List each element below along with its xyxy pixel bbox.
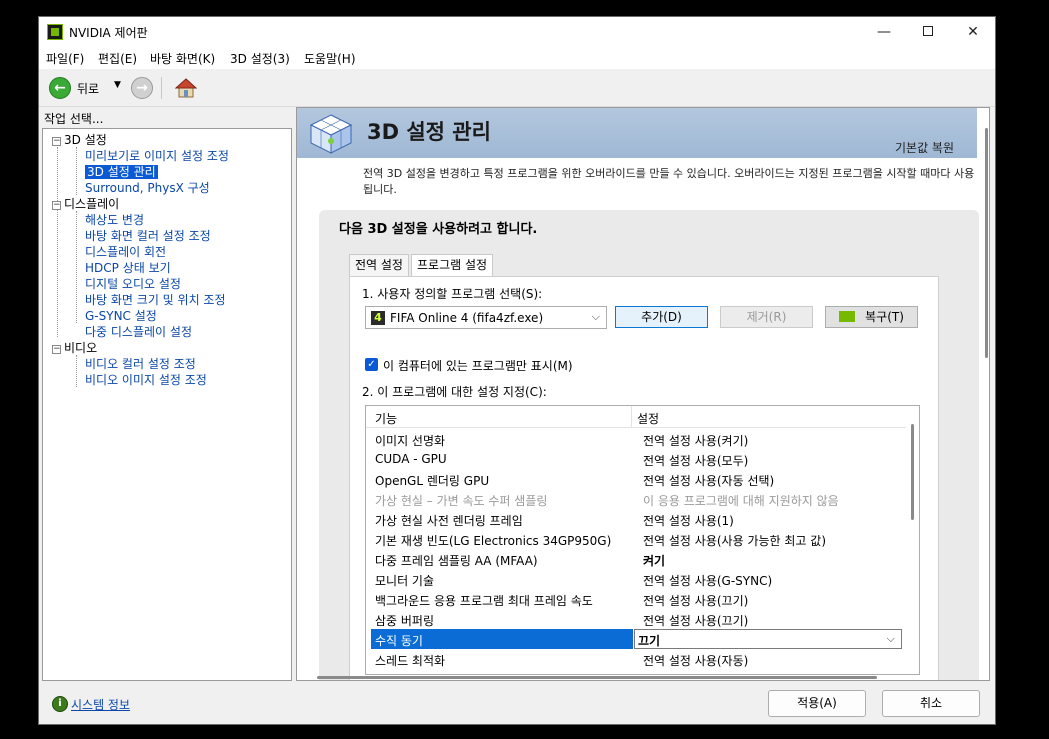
page-description: 전역 3D 설정을 변경하고 특정 프로그램을 위한 오버라이드를 만들 수 있…	[363, 167, 975, 196]
tree-item-multi-display[interactable]: 다중 디스플레이 설정	[85, 323, 192, 340]
tree-item-preview-image[interactable]: 미리보기로 이미지 설정 조정	[85, 147, 229, 164]
tree-item-rotate-display[interactable]: 디스플레이 회전	[85, 243, 166, 260]
cancel-button[interactable]: 취소	[882, 690, 980, 717]
nvidia-app-icon	[47, 24, 63, 40]
content-pane: 3D 설정 관리 기본값 복원 전역 3D 설정을 변경하고 특정 프로그램을 …	[296, 107, 990, 681]
maximize-icon	[923, 26, 933, 36]
collapse-icon[interactable]: −	[52, 201, 61, 210]
tree-item-gsync[interactable]: G-SYNC 설정	[85, 307, 157, 324]
restore-button[interactable]: 복구(T)	[825, 306, 918, 328]
collapse-icon[interactable]: −	[52, 345, 61, 354]
system-info-link[interactable]: 시스템 정보	[71, 696, 130, 713]
tree-item-manage-3d-settings[interactable]: 3D 설정 관리	[85, 163, 158, 180]
remove-button[interactable]: 제거(R)	[720, 306, 813, 328]
collapse-icon[interactable]: −	[52, 137, 61, 146]
task-select-label: 작업 선택...	[44, 112, 104, 126]
title-bar: NVIDIA 제어판 — ✕	[39, 17, 995, 47]
task-tree: −3D 설정 미리보기로 이미지 설정 조정 3D 설정 관리 Surround…	[42, 128, 292, 681]
settings-row-selected[interactable]: 수직 동기 ⌵ 끄기	[366, 629, 906, 649]
tree-item-desktop-size[interactable]: 바탕 화면 크기 및 위치 조정	[85, 291, 226, 308]
tab-global-settings[interactable]: 전역 설정	[349, 254, 409, 276]
restore-defaults-link[interactable]: 기본값 복원	[895, 139, 954, 156]
window-title: NVIDIA 제어판	[69, 26, 148, 40]
tree-item-desktop-color[interactable]: 바탕 화면 컬러 설정 조정	[85, 227, 211, 244]
tree-item-hdcp-status[interactable]: HDCP 상태 보기	[85, 259, 171, 276]
tree-item-surround-physx[interactable]: Surround, PhysX 구성	[85, 179, 210, 196]
settings-row[interactable]: 가상 현실 사전 렌더링 프레임 전역 설정 사용(1)	[366, 509, 906, 529]
add-button[interactable]: 추가(D)	[615, 306, 708, 328]
minimize-button[interactable]: —	[861, 17, 907, 47]
3d-cube-icon	[309, 114, 353, 154]
panel-heading: 다음 3D 설정을 사용하려고 합니다.	[339, 222, 538, 237]
back-arrow-icon[interactable]: ←	[49, 77, 71, 99]
chevron-down-icon: ⌵	[591, 310, 600, 323]
header-banner: 3D 설정 관리 기본값 복원	[297, 108, 977, 158]
settings-row[interactable]: 기본 재생 빈도(LG Electronics 34GP950G) 전역 설정 사…	[366, 529, 906, 549]
tree-item-video-image[interactable]: 비디오 이미지 설정 조정	[85, 371, 207, 388]
tree-group-video[interactable]: − 비디오	[52, 339, 97, 356]
pane-horizontal-scrollbar[interactable]	[317, 676, 877, 679]
maximize-button[interactable]	[905, 17, 951, 47]
apply-button[interactable]: 적용(A)	[768, 690, 866, 717]
tab-program-settings[interactable]: 프로그램 설정	[411, 254, 494, 277]
back-label[interactable]: 뒤로	[77, 80, 99, 97]
page-title: 3D 설정 관리	[367, 120, 491, 144]
fifa-program-icon: 4	[371, 311, 385, 325]
list-header: 기능 설정	[366, 406, 906, 428]
list-scroll-thumb[interactable]	[911, 424, 914, 520]
settings-panel: 다음 3D 설정을 사용하려고 합니다. 전역 설정 프로그램 설정 1. 사용…	[319, 210, 979, 680]
settings-row[interactable]: 이미지 선명화 전역 설정 사용(켜기)	[366, 429, 906, 449]
nvidia-logo-icon	[839, 311, 856, 322]
menu-bar: 파일(F) 편집(E) 바탕 화면(K) 3D 설정(3) 도움말(H)	[39, 47, 995, 69]
program-select[interactable]: 4 FIFA Online 4 (fifa4zf.exe) ⌵	[365, 306, 607, 329]
menu-desktop[interactable]: 바탕 화면(K)	[150, 50, 215, 67]
settings-row[interactable]: 삼중 버퍼링 전역 설정 사용(끄기)	[366, 609, 906, 629]
menu-file[interactable]: 파일(F)	[46, 50, 84, 67]
only-this-pc-checkbox[interactable]: ✓	[365, 358, 378, 371]
step1-label: 1. 사용자 정의할 프로그램 선택(S):	[362, 287, 543, 301]
tree-item-digital-audio[interactable]: 디지털 오디오 설정	[85, 275, 181, 292]
pane-vertical-scrollbar[interactable]	[985, 128, 988, 358]
step2-label: 2. 이 프로그램에 대한 설정 지정(C):	[362, 385, 547, 399]
tree-group-display[interactable]: − 디스플레이	[52, 195, 119, 212]
chevron-down-icon: ⌵	[886, 632, 895, 645]
close-button[interactable]: ✕	[950, 17, 996, 47]
program-settings-body: 1. 사용자 정의할 프로그램 선택(S): 4 FIFA Online 4 (…	[349, 276, 939, 680]
forward-arrow-icon[interactable]: →	[131, 77, 153, 99]
tree-item-change-resolution[interactable]: 해상도 변경	[85, 211, 144, 228]
vsync-setting-dropdown[interactable]: ⌵	[634, 629, 902, 649]
settings-row[interactable]: 가상 현실 – 가변 속도 수퍼 샘플링 이 응용 프로그램에 대해 지원하지 않…	[366, 489, 906, 509]
settings-row[interactable]: 백그라운드 응용 프로그램 최대 프레임 속도 전역 설정 사용(끄기)	[366, 589, 906, 609]
settings-row[interactable]: CUDA - GPU 전역 설정 사용(모두)	[366, 449, 906, 469]
tree-item-video-color[interactable]: 비디오 컬러 설정 조정	[85, 355, 196, 372]
settings-row[interactable]: 다중 프레임 샘플링 AA (MFAA) 켜기	[366, 549, 906, 569]
menu-edit[interactable]: 편집(E)	[98, 50, 137, 67]
settings-row[interactable]: OpenGL 렌더링 GPU 전역 설정 사용(자동 선택)	[366, 469, 906, 489]
menu-help[interactable]: 도움말(H)	[304, 50, 356, 67]
toolbar-separator	[161, 77, 162, 99]
settings-row[interactable]: 모니터 기술 전역 설정 사용(G-SYNC)	[366, 569, 906, 589]
home-icon[interactable]	[175, 77, 197, 99]
column-setting[interactable]: 설정	[637, 410, 659, 427]
settings-row[interactable]: 스레드 최적화 전역 설정 사용(자동)	[366, 649, 906, 669]
tree-group-3d-settings[interactable]: −3D 설정	[52, 131, 107, 148]
nvidia-control-panel-window: NVIDIA 제어판 — ✕ 파일(F) 편집(E) 바탕 화면(K) 3D 설…	[38, 16, 996, 725]
info-icon: i	[52, 696, 68, 712]
settings-list: 기능 설정 이미지 선명화 전역 설정 사용(켜기) CUDA - GPU 전역 설…	[365, 405, 920, 675]
column-feature[interactable]: 기능	[375, 410, 397, 427]
only-this-pc-label: 이 컴퓨터에 있는 프로그램만 표시(M)	[383, 359, 573, 373]
list-scrollbar[interactable]	[907, 406, 919, 674]
back-history-dropdown-icon[interactable]: ▼	[114, 80, 121, 90]
menu-3d-settings[interactable]: 3D 설정(3)	[230, 50, 290, 67]
toolbar: ← 뒤로 ▼ →	[39, 69, 995, 107]
